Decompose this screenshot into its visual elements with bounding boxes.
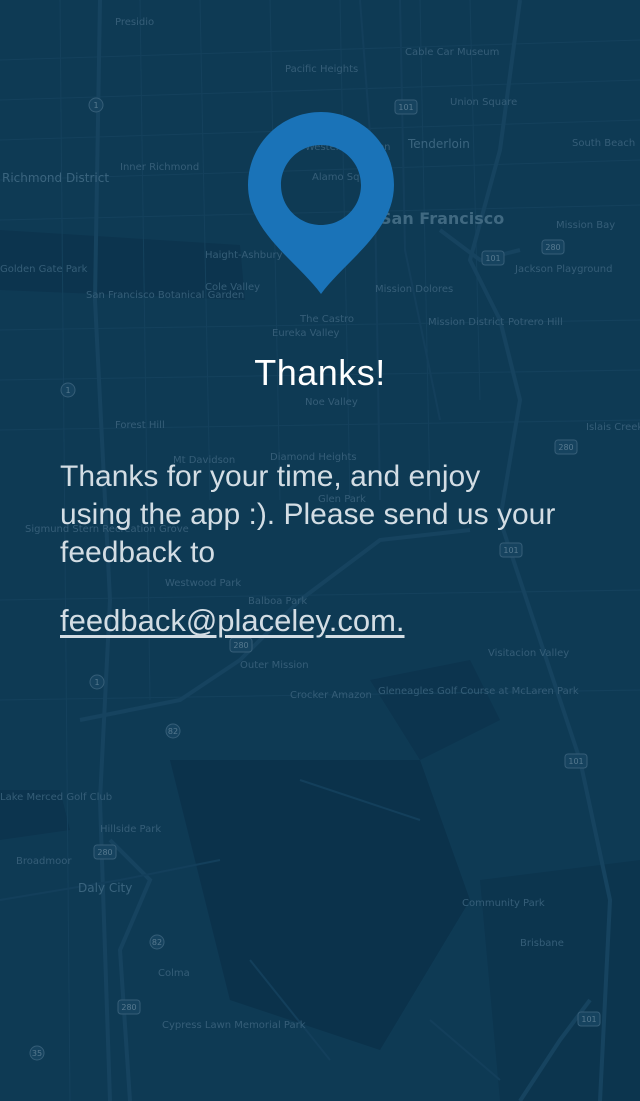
location-pin-icon [248, 112, 394, 294]
thanks-screen: Presidio Pacific Heights Cable Car Museu… [0, 0, 640, 1101]
page-title: Thanks! [254, 352, 386, 393]
feedback-email-link[interactable]: feedback@placeley.com. [60, 602, 405, 640]
thanks-message: Thanks for your time, and enjoy using th… [60, 460, 556, 569]
